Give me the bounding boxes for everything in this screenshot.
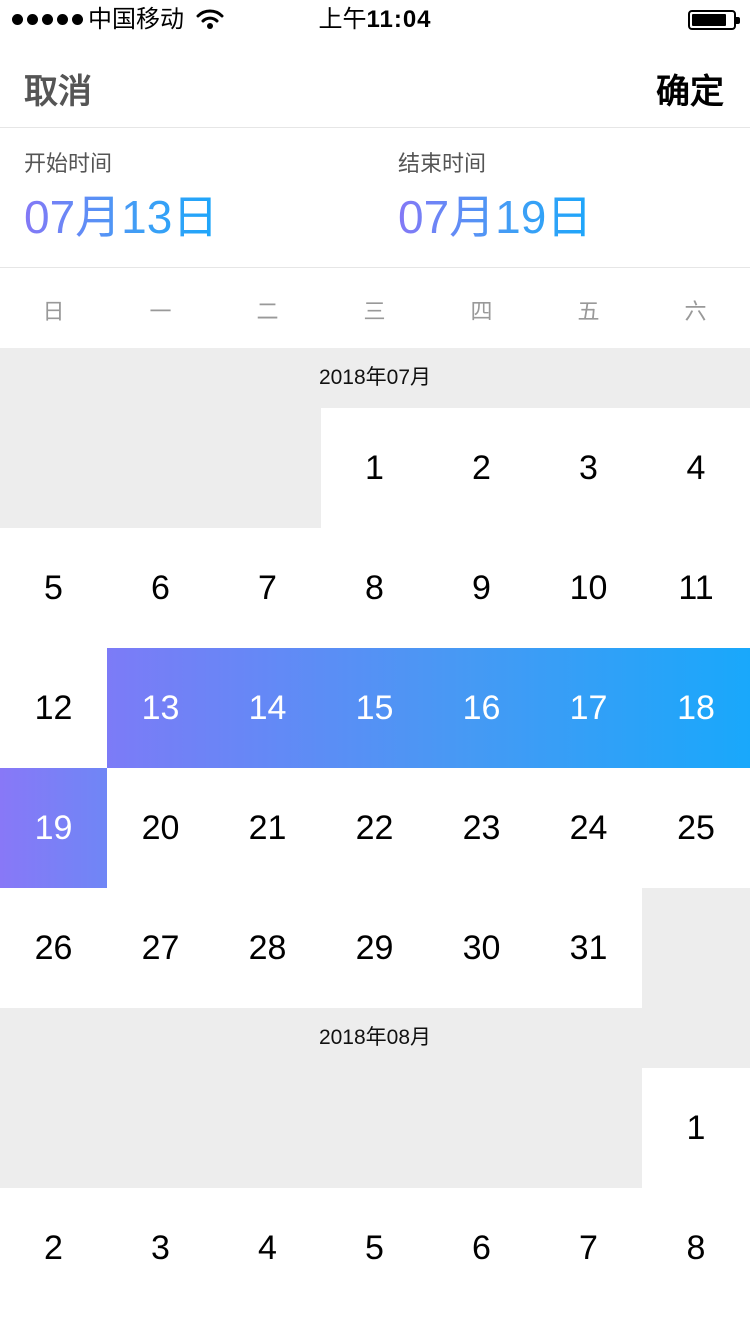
weekday-sat: 六: [684, 299, 707, 324]
weekday-wed: 三: [363, 299, 386, 324]
empty-day-cell: [214, 408, 321, 528]
empty-day-cell: [107, 1068, 214, 1188]
day-cell[interactable]: 3: [535, 408, 642, 528]
weekday-tue: 二: [256, 299, 279, 324]
day-cell-selected[interactable]: 18: [642, 648, 750, 768]
day-cell[interactable]: 3: [107, 1188, 214, 1308]
weekday-fri: 五: [577, 299, 600, 324]
weekday-mon: 一: [149, 299, 172, 324]
day-cell[interactable]: 6: [107, 528, 214, 648]
day-cell[interactable]: 11: [642, 528, 750, 648]
day-cell[interactable]: 5: [0, 528, 107, 648]
day-cell[interactable]: 4: [214, 1188, 321, 1308]
navigation-bar: 取消 确定: [0, 40, 750, 128]
day-cell[interactable]: 21: [214, 768, 321, 888]
day-cell[interactable]: 1: [642, 1068, 750, 1188]
day-cell[interactable]: 7: [535, 1188, 642, 1308]
day-cell[interactable]: 28: [214, 888, 321, 1008]
empty-day-cell: [321, 1068, 428, 1188]
weekday-header: 日 一 二 三 四 五 六: [0, 268, 750, 348]
day-cell[interactable]: 27: [107, 888, 214, 1008]
day-cell[interactable]: 22: [321, 768, 428, 888]
clock-prefix: 上午: [318, 6, 367, 33]
end-date-label: 结束时间: [398, 151, 487, 176]
day-cell[interactable]: 1: [321, 408, 428, 528]
start-date-value: 07月13日: [24, 191, 219, 243]
day-cell-selected[interactable]: 19: [0, 768, 107, 888]
status-clock: 上午11:04: [0, 6, 750, 34]
day-cell-selected[interactable]: 17: [535, 648, 642, 768]
empty-day-cell: [214, 1068, 321, 1188]
day-cell[interactable]: 26: [0, 888, 107, 1008]
clock-time: 11:04: [366, 6, 432, 33]
battery-icon: [688, 10, 740, 30]
day-cell[interactable]: 6: [428, 1188, 535, 1308]
day-cell[interactable]: 9: [428, 528, 535, 648]
start-date-field[interactable]: 开始时间 07月13日: [24, 150, 218, 244]
day-cell[interactable]: 20: [107, 768, 214, 888]
day-cell[interactable]: 2: [428, 408, 535, 528]
calendar-scroll[interactable]: 2018年07月 2018年08月 1 2 3 4 5 6 7 8 9 10 11 12 13 14 15 1…: [0, 348, 750, 1334]
day-cell-selected[interactable]: 15: [321, 648, 428, 768]
end-date-field[interactable]: 结束时间 07月19日: [398, 150, 592, 244]
day-cell[interactable]: 5: [321, 1188, 428, 1308]
empty-day-cell: [642, 888, 750, 1008]
empty-day-cell: [0, 408, 107, 528]
empty-day-cell: [107, 408, 214, 528]
empty-day-cell: [0, 1068, 107, 1188]
status-bar: 中国移动 上午11:04: [0, 0, 750, 40]
day-cell[interactable]: 31: [535, 888, 642, 1008]
confirm-button[interactable]: 确定: [656, 64, 724, 113]
day-cell-selected[interactable]: 13: [107, 648, 214, 768]
day-cell[interactable]: 30: [428, 888, 535, 1008]
empty-day-cell: [428, 1068, 535, 1188]
weekday-thu: 四: [470, 299, 493, 324]
day-cell[interactable]: 7: [214, 528, 321, 648]
day-cell[interactable]: 2: [0, 1188, 107, 1308]
end-date-value: 07月19日: [398, 191, 593, 243]
empty-day-cell: [535, 1068, 642, 1188]
day-cell[interactable]: 8: [642, 1188, 750, 1308]
weekday-sun: 日: [42, 299, 65, 324]
day-cell-selected[interactable]: 16: [428, 648, 535, 768]
day-cell[interactable]: 29: [321, 888, 428, 1008]
start-date-label: 开始时间: [24, 151, 113, 176]
day-cell[interactable]: 25: [642, 768, 750, 888]
day-cell-selected[interactable]: 14: [214, 648, 321, 768]
month-title-2018-08: 2018年08月: [0, 1008, 750, 1068]
day-cell[interactable]: 4: [642, 408, 750, 528]
date-range-picker-screen: 中国移动 上午11:04 取消 确定 开始时间 07月13日 结束时间 07月1…: [0, 0, 750, 1334]
month-title-2018-07: 2018年07月: [0, 348, 750, 408]
day-cell[interactable]: 23: [428, 768, 535, 888]
day-cell[interactable]: 10: [535, 528, 642, 648]
day-cell[interactable]: 8: [321, 528, 428, 648]
day-cell[interactable]: 24: [535, 768, 642, 888]
day-cell[interactable]: 12: [0, 648, 107, 768]
cancel-button[interactable]: 取消: [24, 64, 92, 113]
selected-range-summary: 开始时间 07月13日 结束时间 07月19日: [0, 128, 750, 268]
